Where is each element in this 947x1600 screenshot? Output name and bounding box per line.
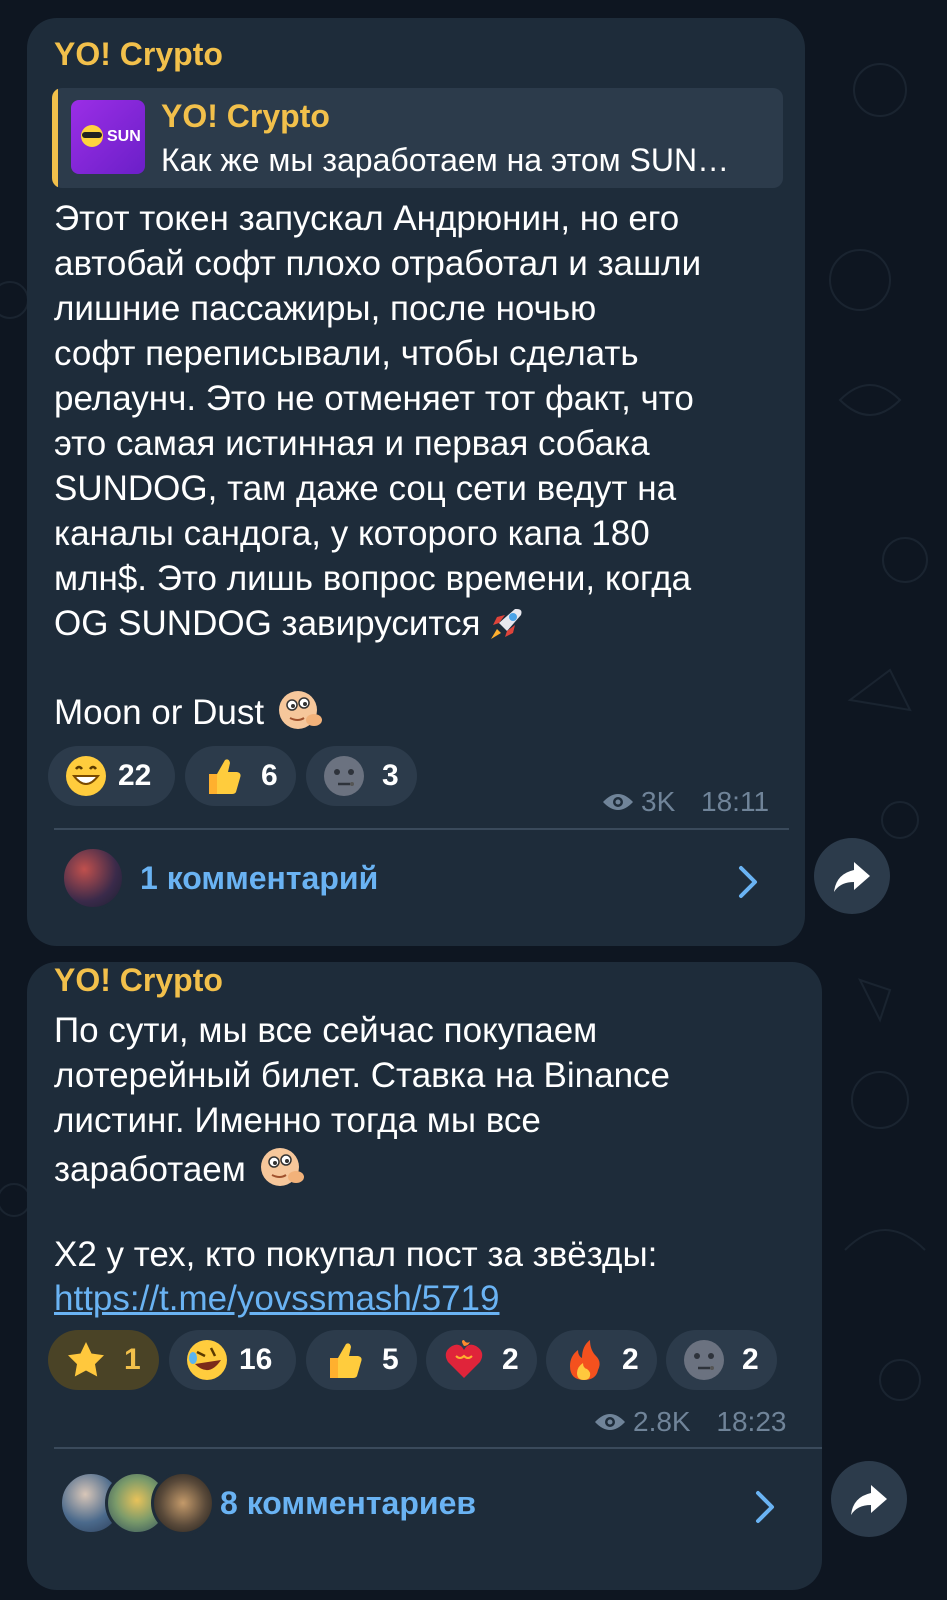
reaction-grinning[interactable]: 22 [48, 746, 175, 806]
message-body: По сути, мы все сейчас покупаем лотерейн… [54, 1011, 671, 1189]
avatar [61, 846, 125, 910]
message-link-line: https://t.me/yovssmash/5719 [54, 1276, 499, 1321]
grinning-face-icon [66, 756, 106, 796]
message-text-line: X2 у тех, кто покупал пост за звёзды: [54, 1232, 657, 1277]
reply-quote[interactable]: SUN YO! Crypto Как же мы заработаем на э… [52, 88, 783, 188]
message-time: 18:11 [701, 786, 770, 817]
views-count: 2.8K [633, 1406, 691, 1437]
reaction-count: 2 [622, 1343, 639, 1376]
comments-count-label: 1 комментарий [140, 860, 379, 896]
reaction-count: 1 [124, 1343, 141, 1376]
reaction-count: 5 [382, 1343, 399, 1376]
channel-name[interactable]: YO! Crypto [54, 962, 223, 999]
avatar [151, 1471, 215, 1535]
reply-accent-bar [52, 88, 58, 188]
reaction-moon-face[interactable]: 2 [666, 1330, 777, 1390]
chevron-right-icon [739, 866, 757, 898]
share-arrow-icon [834, 862, 870, 892]
share-button[interactable] [831, 1461, 907, 1537]
message-text: По сути, мы все сейчас покупаем лотерейн… [54, 1008, 794, 1193]
reply-title: YO! Crypto [161, 98, 330, 134]
sunglasses-icon [82, 132, 102, 138]
thinking-face-icon [260, 1148, 304, 1186]
views-count: 3K [641, 786, 676, 817]
reaction-thumbs-up[interactable]: 5 [306, 1330, 417, 1390]
message-meta: 2.8K 18:23 [593, 1406, 786, 1438]
message-text: Этот токен запускал Андрюнин, но его авт… [54, 196, 794, 646]
thumbs-up-icon [330, 1343, 362, 1378]
rocket-icon [490, 609, 521, 639]
comments-row[interactable]: 1 комментарий [27, 830, 805, 940]
message-time: 18:23 [716, 1406, 787, 1437]
thumbs-up-icon [209, 759, 241, 794]
reaction-thumbs-up[interactable]: 6 [185, 746, 296, 806]
message-meta: 3K 18:11 [601, 786, 769, 818]
share-arrow-icon [851, 1485, 887, 1515]
reaction-count: 3 [382, 759, 399, 792]
fire-icon [570, 1340, 600, 1380]
rofl-face-icon [187, 1340, 227, 1380]
reaction-count: 6 [261, 759, 278, 792]
message-body-2: X2 у тех, кто покупал пост за звёзды: [54, 1235, 658, 1274]
reaction-rofl[interactable]: 16 [169, 1330, 296, 1390]
channel-post: YO! Crypto По сути, мы все сейчас покупа… [27, 962, 822, 1590]
reaction-count: 2 [502, 1343, 519, 1376]
channel-post: YO! Crypto SUN YO! Crypto Как же мы зара… [27, 18, 805, 946]
reaction-fire[interactable]: 2 [546, 1330, 657, 1390]
message-text-line: Moon or Dust [54, 686, 326, 736]
comments-row[interactable]: 8 комментариев [27, 1449, 822, 1590]
reaction-star[interactable]: 1 [48, 1330, 159, 1390]
message-body-2: Moon or Dust [54, 693, 265, 732]
reaction-moon-face[interactable]: 3 [306, 746, 417, 806]
star-icon [68, 1342, 104, 1377]
heart-on-fire-icon [445, 1340, 483, 1378]
reaction-count: 16 [239, 1343, 273, 1376]
views-eye-icon [595, 1414, 625, 1430]
chevron-right-icon [756, 1491, 774, 1523]
reaction-heart-on-fire[interactable]: 2 [426, 1330, 537, 1390]
post-link[interactable]: https://t.me/yovssmash/5719 [54, 1279, 499, 1318]
reply-thumbnail: SUN [71, 100, 145, 174]
message-body: Этот токен запускал Андрюнин, но его авт… [54, 199, 702, 643]
thumbnail-label: SUN [107, 128, 141, 145]
reaction-count: 2 [742, 1343, 759, 1376]
moon-face-icon [324, 756, 364, 796]
reply-text: Как же мы заработаем на этом SUN… [161, 142, 730, 178]
thinking-face-icon [279, 691, 323, 729]
channel-name[interactable]: YO! Crypto [54, 36, 223, 73]
moon-face-icon [684, 1340, 724, 1380]
views-eye-icon [603, 794, 633, 810]
share-button[interactable] [814, 838, 890, 914]
comments-count-label: 8 комментариев [220, 1485, 477, 1521]
reaction-count: 22 [118, 759, 152, 792]
